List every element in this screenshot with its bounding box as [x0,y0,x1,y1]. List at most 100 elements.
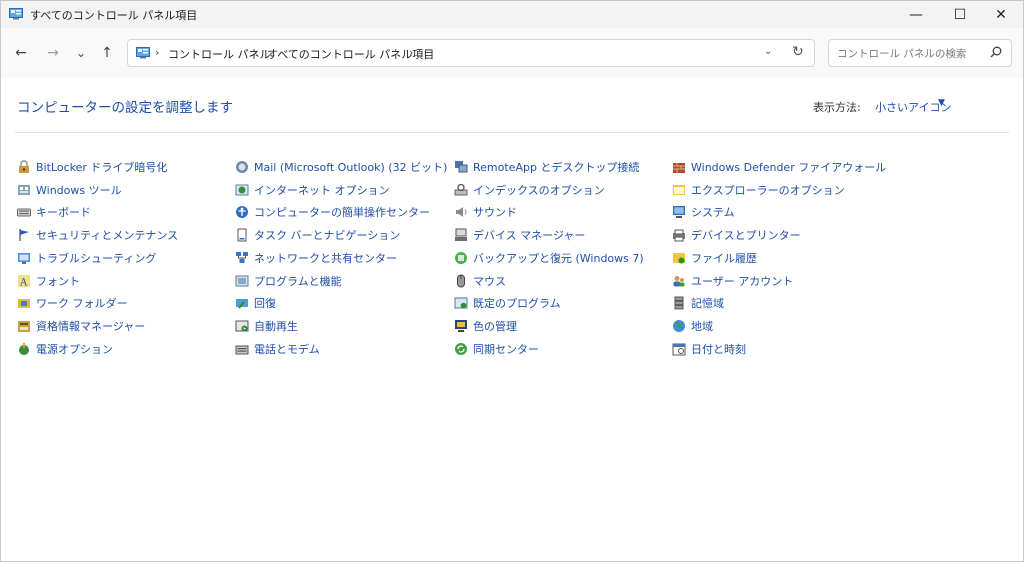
close-button[interactable]: ✕ [979,1,1023,28]
caret-down-icon[interactable]: ▼ [938,98,945,108]
control-panel-item-label: デバイス マネージャー [473,229,586,242]
control-panel-item[interactable]: 日付と時刻 [672,340,746,358]
control-panel-item-label: システム [691,206,735,219]
control-panel-item[interactable]: 地域 [672,317,713,335]
control-panel-item[interactable]: マウス [454,272,506,290]
file-history-icon [672,251,686,265]
control-panel-item[interactable]: サウンド [454,203,517,221]
control-panel-item[interactable]: 電話とモデム [235,340,320,358]
refresh-icon[interactable]: ↻ [792,44,804,60]
sync-center-icon [454,342,468,356]
control-panel-item[interactable]: キーボード [17,203,91,221]
control-panel-item[interactable]: トラブルシューティング [17,249,156,267]
indexing-icon [454,183,468,197]
control-panel-item[interactable]: 回復 [235,294,276,312]
control-panel-item-label: Mail (Microsoft Outlook) (32 ビット) [254,161,448,174]
backup-icon [454,251,468,265]
control-panel-item-label: 回復 [254,297,276,310]
control-panel-item[interactable]: コンピューターの簡単操作センター [235,203,430,221]
breadcrumb-separator[interactable]: › [155,46,159,59]
power-options-icon [17,342,31,356]
control-panel-window: すべてのコントロール パネル項目 — ☐ ✕ ← → ⌄ ↑ › コントロール … [0,0,1024,562]
control-panel-icon [136,47,150,59]
control-panel-item-label: デバイスとプリンター [691,229,801,242]
color-management-icon [454,319,468,333]
keyboard-icon [17,205,31,219]
control-panel-item-label: プログラムと機能 [254,275,342,288]
control-panel-item[interactable]: RemoteApp とデスクトップ接続 [454,158,639,176]
control-panel-item[interactable]: バックアップと復元 (Windows 7) [454,249,644,267]
control-panel-item-label: キーボード [36,206,91,219]
control-panel-item[interactable]: プログラムと機能 [235,272,342,290]
window-title: すべてのコントロール パネル項目 [30,9,198,22]
control-panel-item[interactable]: 同期センター [454,340,539,358]
control-panel-item[interactable]: 自動再生 [235,317,298,335]
control-panel-item[interactable]: システム [672,203,735,221]
control-panel-item[interactable]: ファイル履歴 [672,249,757,267]
taskbar-icon [235,228,249,242]
control-panel-item[interactable]: Windows ツール [17,181,122,199]
control-panel-item-label: ワーク フォルダー [36,297,128,310]
control-panel-item[interactable]: エクスプローラーのオプション [672,181,845,199]
control-panel-item-label: 既定のプログラム [473,297,561,310]
control-panel-item[interactable]: Windows Defender ファイアウォール [672,158,886,176]
search-icon[interactable] [989,45,1003,59]
breadcrumb-separator[interactable]: › [409,46,413,59]
control-panel-item-label: ネットワークと共有センター [254,252,397,265]
control-panel-item[interactable]: Mail (Microsoft Outlook) (32 ビット) [235,158,447,176]
flag-icon [17,228,31,242]
control-panel-item[interactable]: タスク バーとナビゲーション [235,226,400,244]
up-button[interactable]: ↑ [97,44,117,62]
breadcrumb-separator[interactable]: › [253,46,257,59]
control-panel-item-label: セキュリティとメンテナンス [36,229,179,242]
control-panel-item-label: 自動再生 [254,320,298,333]
control-panel-item-label: インターネット オプション [254,184,390,197]
control-panel-item-label: 記憶域 [691,297,724,310]
control-panel-item[interactable]: ワーク フォルダー [17,294,128,312]
address-bar[interactable]: › コントロール パネル › すべてのコントロール パネル項目 › ⌄ ↻ [127,39,815,67]
control-panel-item[interactable]: 電源オプション [17,340,113,358]
explorer-options-icon [672,183,686,197]
system-icon [672,205,686,219]
control-panel-item[interactable]: 色の管理 [454,317,517,335]
control-panel-item[interactable]: 記憶域 [672,294,724,312]
mail-icon [235,160,249,174]
page-title: コンピューターの設定を調整します [17,100,233,116]
control-panel-item[interactable]: デバイス マネージャー [454,226,585,244]
control-panel-item-label: 同期センター [473,343,539,356]
chevron-down-icon[interactable]: ⌄ [764,46,772,57]
control-panel-item[interactable]: A フォント [17,272,80,290]
recovery-icon [235,296,249,310]
control-panel-item-label: Windows Defender ファイアウォール [691,161,887,174]
forward-button[interactable]: → [43,44,63,62]
search-input[interactable] [835,44,987,64]
control-panel-item[interactable]: インターネット オプション [235,181,390,199]
bitlocker-icon [17,160,31,174]
maximize-button[interactable]: ☐ [938,1,982,28]
control-panel-item[interactable]: セキュリティとメンテナンス [17,226,178,244]
control-panel-item-label: エクスプローラーのオプション [691,184,845,197]
control-panel-item-label: トラブルシューティング [36,252,157,265]
control-panel-item[interactable]: 既定のプログラム [454,294,561,312]
divider [15,132,1009,133]
credential-manager-icon [17,319,31,333]
control-panel-item[interactable]: 資格情報マネージャー [17,317,145,335]
recent-locations-button[interactable]: ⌄ [71,44,91,62]
control-panel-item-label: BitLocker ドライブ暗号化 [36,161,168,174]
back-button[interactable]: ← [11,44,31,62]
control-panel-item[interactable]: インデックスのオプション [454,181,605,199]
control-panel-item-label: 電話とモデム [254,343,320,356]
programs-icon [235,274,249,288]
control-panel-item[interactable]: BitLocker ドライブ暗号化 [17,158,167,176]
control-panel-item[interactable]: ユーザー アカウント [672,272,793,290]
search-box[interactable] [828,39,1012,67]
control-panel-item[interactable]: ネットワークと共有センター [235,249,397,267]
work-folders-icon [17,296,31,310]
storage-icon [672,296,686,310]
minimize-button[interactable]: — [894,1,938,28]
control-panel-item-label: ユーザー アカウント [691,275,794,288]
mouse-icon [454,274,468,288]
control-panel-item[interactable]: デバイスとプリンター [672,226,801,244]
control-panel-item-label: 電源オプション [36,343,113,356]
phone-modem-icon [235,342,249,356]
